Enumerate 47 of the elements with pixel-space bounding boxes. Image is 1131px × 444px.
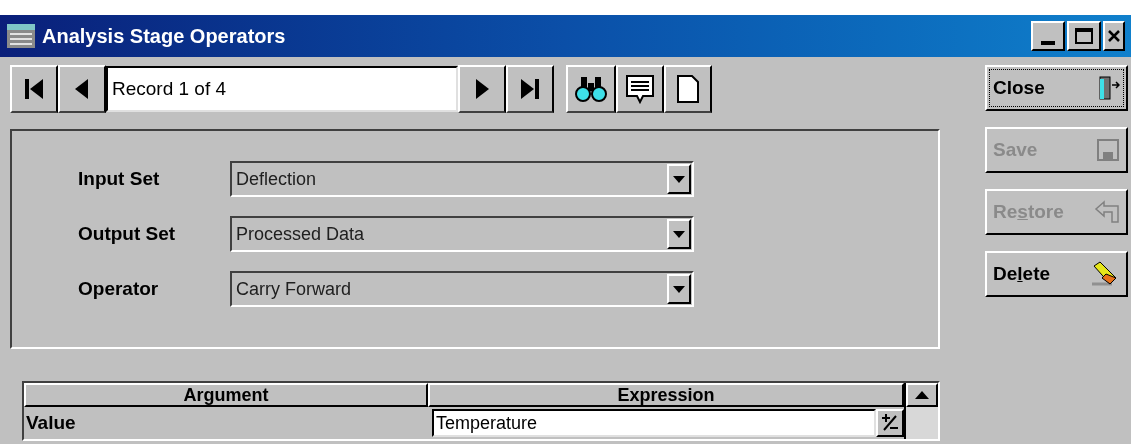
scrollbar[interactable] bbox=[904, 383, 938, 439]
argument-cell-text: Value bbox=[25, 410, 77, 435]
minimize-button[interactable] bbox=[1031, 21, 1065, 51]
column-header[interactable]: Expression bbox=[428, 383, 904, 407]
scroll-up-button[interactable] bbox=[906, 383, 938, 407]
maximize-button[interactable] bbox=[1067, 21, 1101, 51]
field-label: Input Set bbox=[78, 166, 161, 191]
minimize-icon bbox=[1041, 41, 1055, 45]
up-arrow-icon bbox=[915, 391, 929, 399]
page-icon bbox=[676, 74, 700, 104]
last-record-icon bbox=[519, 77, 541, 101]
dropdown[interactable]: Carry Forward bbox=[230, 271, 694, 307]
next-record-button[interactable] bbox=[458, 65, 506, 113]
notes-button[interactable] bbox=[616, 65, 664, 113]
record-field[interactable]: Record 1 of 4 bbox=[106, 66, 458, 112]
previous-record-button[interactable] bbox=[58, 65, 106, 113]
delete-button[interactable]: Delete bbox=[985, 251, 1128, 297]
note-icon bbox=[625, 74, 655, 104]
find-button[interactable] bbox=[566, 65, 616, 113]
caret-icon bbox=[673, 285, 685, 293]
close-icon bbox=[1107, 29, 1121, 43]
expression-builder-button[interactable] bbox=[876, 409, 904, 437]
first-record-icon bbox=[23, 77, 45, 101]
close-button[interactable] bbox=[1103, 21, 1125, 51]
column-header[interactable]: Argument bbox=[24, 383, 428, 407]
dropdown[interactable]: Processed Data bbox=[230, 216, 694, 252]
plus-slash-minus-icon bbox=[881, 414, 899, 432]
dropdown[interactable]: Deflection bbox=[230, 161, 694, 197]
close-button[interactable]: Close bbox=[985, 65, 1128, 111]
caret-icon bbox=[673, 230, 685, 238]
caret-icon bbox=[673, 175, 685, 183]
last-record-button[interactable] bbox=[506, 65, 554, 113]
window-title: Analysis Stage Operators bbox=[42, 24, 286, 49]
new-record-button[interactable] bbox=[664, 65, 712, 113]
field-label: Output Set bbox=[78, 221, 177, 246]
first-record-button[interactable] bbox=[10, 65, 58, 113]
dropdown-arrow-button[interactable] bbox=[667, 164, 691, 194]
binoculars-icon bbox=[575, 75, 607, 103]
previous-record-icon bbox=[74, 77, 90, 101]
dropdown-arrow-button[interactable] bbox=[667, 274, 691, 304]
expression-field[interactable]: Temperature bbox=[432, 409, 876, 437]
undo-arrow-icon bbox=[1094, 200, 1120, 224]
next-record-icon bbox=[474, 77, 490, 101]
field-label: Operator bbox=[78, 276, 160, 301]
dropdown-arrow-button[interactable] bbox=[667, 219, 691, 249]
maximize-icon bbox=[1075, 28, 1093, 44]
window-icon bbox=[6, 22, 36, 50]
